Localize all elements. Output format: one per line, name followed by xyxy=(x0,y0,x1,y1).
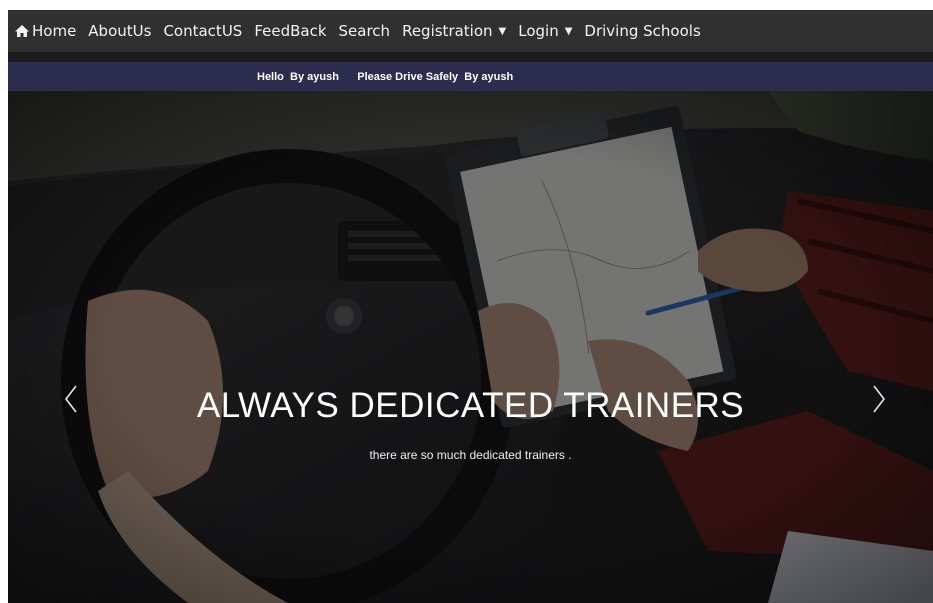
nav-contactus[interactable]: ContactUS xyxy=(163,22,242,40)
carousel-caption-subtitle: there are so much dedicated trainers . xyxy=(369,448,572,462)
marquee-bar: Hello By ayush Please Drive Safely By ay… xyxy=(8,62,933,91)
caret-down-icon: ▼ xyxy=(498,25,507,37)
home-icon xyxy=(15,25,29,37)
nav-contactus-label: ContactUS xyxy=(163,22,243,40)
nav-home[interactable]: Home xyxy=(14,22,76,40)
nav-aboutus[interactable]: AboutUs xyxy=(88,22,151,40)
nav-aboutus-label: AboutUs xyxy=(88,22,152,40)
nav-login-label: Login xyxy=(518,22,559,40)
hero-carousel: ALWAYS DEDICATED TRAINERS there are so m… xyxy=(8,91,933,603)
carousel-caption-title: ALWAYS DEDICATED TRAINERS xyxy=(196,386,745,425)
nav-search[interactable]: Search xyxy=(339,22,391,40)
nav-feedback[interactable]: FeedBack xyxy=(254,22,326,40)
nav-feedback-label: FeedBack xyxy=(254,22,327,40)
page-frame: Home AboutUs ContactUS FeedBack Search R… xyxy=(8,10,933,603)
nav-login-dropdown[interactable]: Login ▼ xyxy=(518,22,572,40)
caret-down-icon: ▼ xyxy=(564,25,573,37)
nav-driving-schools-label: Driving Schools xyxy=(584,22,701,40)
nav-registration-dropdown[interactable]: Registration ▼ xyxy=(402,22,506,40)
marquee-text: Hello By ayush Please Drive Safely By ay… xyxy=(257,70,514,83)
nav-driving-schools[interactable]: Driving Schools xyxy=(584,22,700,40)
nav-home-label: Home xyxy=(32,22,77,40)
top-navbar: Home AboutUs ContactUS FeedBack Search R… xyxy=(8,10,933,52)
nav-registration-label: Registration xyxy=(402,22,493,40)
carousel-slide-image xyxy=(8,91,933,603)
nav-search-label: Search xyxy=(338,22,391,40)
